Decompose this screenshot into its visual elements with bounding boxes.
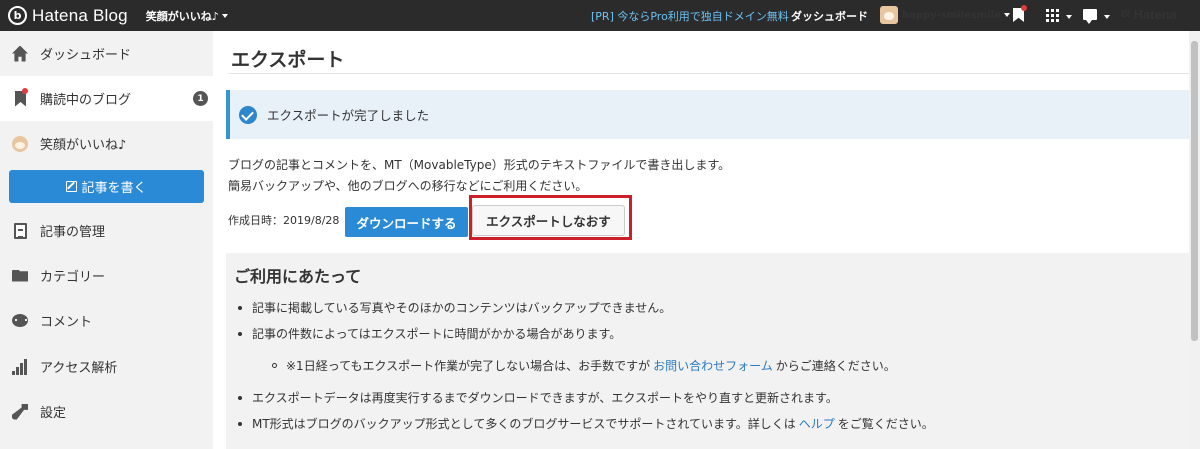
sidebar-item-label: ダッシュボード [40,48,132,63]
description-line: 簡易バックアップや、他のブログへの移行などにご利用ください。 [228,179,588,193]
note-text: 記事に掲載している写真やそのほかのコンテンツはバックアップできません。 [252,301,672,315]
note-text: MT形式はブログのバックアップ形式として多くのブログサービスでサポートされていま… [252,417,796,431]
chat-icon[interactable] [1083,9,1097,24]
apps-grid-icon[interactable] [1046,9,1059,22]
hatena-link[interactable]: B! Hatena [1121,7,1177,22]
user-avatar [880,6,898,24]
bullet-icon [238,395,242,400]
check-circle-icon [239,105,257,124]
edit-icon [66,181,78,192]
folder-icon [12,269,28,282]
chevron-down-icon [1003,13,1010,17]
page-scrollbar[interactable] [1189,31,1200,449]
alert-message: エクスポートが完了しました [267,108,430,123]
notification-dot [1021,5,1027,11]
hatena-label: Hatena [1133,7,1177,22]
contact-form-link[interactable]: お問い合わせフォーム [653,357,773,374]
note-item: エクスポートデータは再度実行するまでダウンロードできますが、エクスポートをやり直… [238,389,838,406]
note-item: MT形式はブログのバックアップ形式として多くのブログサービスでサポートされていま… [238,415,934,432]
hatena-mark-icon: B! [1121,9,1131,20]
re-export-button[interactable]: エクスポートしなおす [472,205,625,236]
username: happy-smilesmile [902,9,1001,21]
blog-switcher[interactable]: 笑顔がいいね♪ [146,8,228,24]
usage-notes-panel: ご利用にあたって 記事に掲載している写真やそのほかのコンテンツはバックアップでき… [226,253,1194,449]
write-article-label: 記事を書く [81,181,147,196]
note-text: 記事の件数によってはエクスポートに時間がかかる場合があります。 [252,327,622,341]
hatena-blog-logo-icon: b [8,6,27,25]
bullet-icon [238,331,242,336]
dashboard-link[interactable]: ダッシュボード [791,8,868,24]
sidebar-item-label: 設定 [40,406,67,421]
bullet-icon [238,421,242,426]
comment-icon [12,314,28,327]
sidebar: ダッシュボード 購読中のブログ 1 笑顔がいいね♪ 記事を書く 記事の管理 カテ… [0,31,213,449]
user-menu[interactable]: happy-smilesmile [880,6,1010,24]
sidebar-item-analytics[interactable]: アクセス解析 [0,344,213,389]
note-text: ※1日経ってもエクスポート作業が完了しない場合は、お手数ですが [286,359,651,373]
note-text: をご覧ください。 [837,417,934,431]
sidebar-item-settings[interactable]: 設定 [0,389,213,434]
sidebar-item-blog[interactable]: 笑顔がいいね♪ [0,121,213,166]
chevron-down-icon [1104,15,1110,19]
sidebar-item-label: 笑顔がいいね♪ [40,138,127,153]
sidebar-item-categories[interactable]: カテゴリー [0,253,213,298]
download-button[interactable]: ダウンロードする [345,207,468,237]
export-description: ブログの記事とコメントを、MT（MovableType）形式のテキストファイルで… [228,155,730,197]
sidebar-item-label: 記事の管理 [40,225,106,240]
bullet-icon [238,305,242,310]
sidebar-item-label: コメント [40,315,93,330]
brand-home-link[interactable]: b Hatena Blog [8,6,128,26]
stats-icon [12,358,28,375]
sidebar-item-articles[interactable]: 記事の管理 [0,208,213,253]
write-article-button[interactable]: 記事を書く [9,170,204,203]
scrollbar-thumb[interactable] [1191,41,1198,341]
chevron-down-icon [1066,15,1072,19]
sidebar-item-dashboard[interactable]: ダッシュボード [0,31,213,76]
note-text: エクスポートデータは再度実行するまでダウンロードできますが、エクスポートをやり直… [252,391,838,405]
brand-name: Hatena Blog [32,5,128,25]
note-item: 記事に掲載している写真やそのほかのコンテンツはバックアップできません。 [238,299,671,316]
document-icon [14,222,27,239]
description-line: ブログの記事とコメントを、MT（MovableType）形式のテキストファイルで… [228,158,731,172]
help-link[interactable]: ヘルプ [799,415,835,432]
notes-title: ご利用にあたって [234,267,362,286]
notification-dot [22,88,28,94]
sidebar-item-subscriptions[interactable]: 購読中のブログ 1 [0,76,213,121]
note-item: ※1日経ってもエクスポート作業が完了しない場合は、お手数ですが お問い合わせフォ… [272,357,896,374]
pro-promo-link[interactable]: [PR] 今ならPro利用で独自ドメイン無料 [591,8,789,24]
cat-avatar-icon [12,135,28,152]
bullet-icon [272,363,277,368]
note-item: 記事の件数によってはエクスポートに時間がかかる場合があります。 [238,325,621,342]
note-text: からご連絡ください。 [775,359,896,373]
page-title: エクスポート [231,49,345,71]
divider [229,73,1195,74]
home-icon [12,45,28,62]
chevron-down-icon [221,13,228,18]
sidebar-item-comments[interactable]: コメント [0,298,213,343]
main-content: エクスポート エクスポートが完了しました ブログの記事とコメントを、MT（Mov… [213,31,1200,449]
unread-badge: 1 [193,91,208,106]
created-date: 作成日時：2019/8/28 [228,214,340,227]
success-alert: エクスポートが完了しました [226,90,1194,139]
sidebar-item-label: カテゴリー [40,270,106,285]
wrench-icon [12,403,28,420]
sidebar-item-label: 購読中のブログ [40,93,132,108]
sidebar-item-label: アクセス解析 [40,361,118,376]
blog-switcher-label: 笑顔がいいね♪ [145,9,219,23]
